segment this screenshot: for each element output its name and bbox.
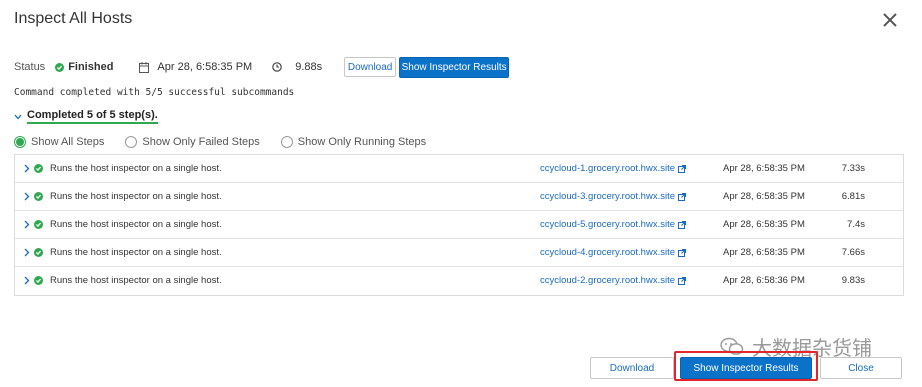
check-circle-icon — [34, 276, 43, 285]
status-time: Apr 28, 6:58:35 PM — [157, 61, 253, 73]
external-link-icon — [678, 192, 686, 201]
step-duration: 7.33s — [841, 163, 865, 174]
chevron-right-icon[interactable] — [24, 248, 30, 257]
check-circle-icon — [34, 164, 43, 173]
filter-show-failed[interactable]: Show Only Failed Steps — [125, 136, 260, 148]
radio[interactable] — [125, 136, 138, 148]
filter-label: Show All Steps — [31, 136, 105, 148]
step-filters: Show All Steps Show Only Failed Steps Sh… — [14, 136, 447, 148]
external-link-icon — [678, 276, 686, 285]
status-label: Status — [14, 61, 46, 73]
clock-icon — [272, 62, 283, 72]
external-link-icon — [678, 164, 686, 173]
host-link[interactable]: ccycloud-3.grocery.root.hwx.site — [540, 191, 686, 202]
host-name[interactable]: ccycloud-1.grocery.root.hwx.site — [540, 163, 675, 174]
step-description: Runs the host inspector on a single host… — [50, 247, 222, 258]
host-link[interactable]: ccycloud-5.grocery.root.hwx.site — [540, 219, 686, 230]
show-inspector-results-button[interactable]: Show Inspector Results — [399, 56, 510, 78]
step-duration: 7.66s — [841, 247, 865, 258]
check-circle-icon — [34, 220, 43, 229]
step-row: Runs the host inspector on a single host… — [15, 239, 903, 267]
filter-label: Show Only Running Steps — [297, 136, 427, 148]
filter-label: Show Only Failed Steps — [142, 136, 260, 148]
step-duration: 7.4s — [847, 219, 865, 230]
radio-selected[interactable] — [14, 136, 26, 148]
status-duration: 9.88s — [295, 61, 323, 73]
host-link[interactable]: ccycloud-4.grocery.root.hwx.site — [540, 247, 686, 258]
step-description: Runs the host inspector on a single host… — [50, 163, 222, 174]
chevron-right-icon[interactable] — [24, 220, 30, 229]
host-name[interactable]: ccycloud-5.grocery.root.hwx.site — [540, 219, 675, 230]
radio[interactable] — [280, 136, 293, 148]
completed-steps-toggle[interactable]: Completed 5 of 5 step(s). — [14, 109, 158, 124]
step-row: Runs the host inspector on a single host… — [15, 155, 903, 183]
host-link[interactable]: ccycloud-2.grocery.root.hwx.site — [540, 275, 686, 286]
step-description: Runs the host inspector on a single host… — [50, 219, 222, 230]
step-time: Apr 28, 6:58:36 PM — [723, 275, 805, 286]
chevron-right-icon[interactable] — [24, 276, 30, 285]
step-description: Runs the host inspector on a single host… — [50, 275, 222, 286]
close-icon[interactable] — [880, 10, 900, 30]
filter-show-all[interactable]: Show All Steps — [14, 136, 104, 148]
chevron-down-icon — [14, 114, 22, 120]
step-time: Apr 28, 6:58:35 PM — [723, 219, 805, 230]
step-row: Runs the host inspector on a single host… — [15, 211, 903, 239]
step-time: Apr 28, 6:58:35 PM — [723, 191, 805, 202]
external-link-icon — [678, 220, 686, 229]
check-circle-icon — [34, 248, 43, 257]
footer-close-button[interactable]: Close — [820, 357, 902, 379]
download-button[interactable]: Download — [344, 57, 397, 77]
calendar-icon — [139, 61, 150, 73]
command-message: Command completed with 5/5 successful su… — [14, 87, 295, 98]
host-name[interactable]: ccycloud-4.grocery.root.hwx.site — [540, 247, 675, 258]
status-value: Finished — [68, 61, 114, 73]
host-name[interactable]: ccycloud-3.grocery.root.hwx.site — [540, 191, 675, 202]
completed-label: Completed 5 of 5 step(s). — [27, 109, 158, 124]
check-circle-icon — [55, 62, 65, 72]
footer-download-button[interactable]: Download — [590, 357, 674, 379]
external-link-icon — [678, 248, 686, 257]
check-circle-icon — [34, 192, 43, 201]
steps-list: Runs the host inspector on a single host… — [14, 154, 904, 296]
host-name[interactable]: ccycloud-2.grocery.root.hwx.site — [540, 275, 675, 286]
step-duration: 9.83s — [841, 275, 865, 286]
host-link[interactable]: ccycloud-1.grocery.root.hwx.site — [540, 163, 686, 174]
highlight-box — [674, 351, 818, 381]
step-row: Runs the host inspector on a single host… — [15, 267, 903, 295]
dialog-title: Inspect All Hosts — [14, 10, 133, 27]
step-time: Apr 28, 6:58:35 PM — [723, 163, 805, 174]
chevron-right-icon[interactable] — [24, 164, 30, 173]
filter-show-running[interactable]: Show Only Running Steps — [280, 136, 427, 148]
chevron-right-icon[interactable] — [24, 192, 30, 201]
step-time: Apr 28, 6:58:35 PM — [723, 247, 805, 258]
step-description: Runs the host inspector on a single host… — [50, 191, 222, 202]
step-row: Runs the host inspector on a single host… — [15, 183, 903, 211]
status-badge: Finished — [55, 61, 113, 73]
status-row: Status Finished Apr 28, 6:58:35 PM 9.88s… — [14, 56, 510, 78]
step-duration: 6.81s — [841, 191, 865, 202]
